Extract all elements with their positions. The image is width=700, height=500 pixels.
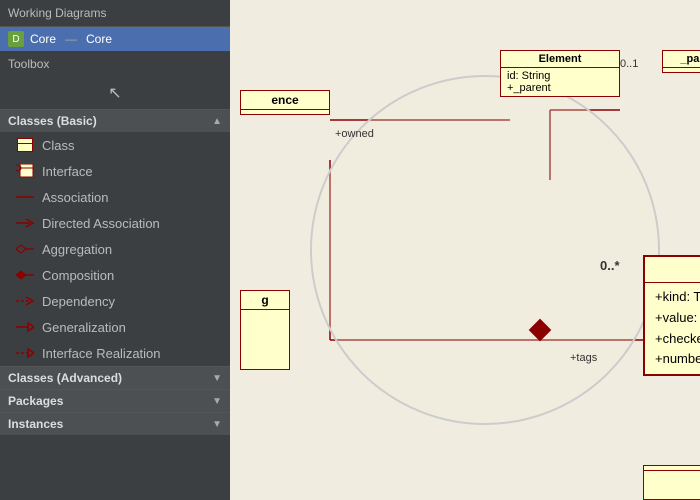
packages-arrow: ▼ [212, 396, 222, 407]
element-box-body: id: String +_parent [501, 68, 619, 96]
directed-association-label: Directed Association [42, 216, 160, 231]
tab-label: Core [86, 32, 112, 46]
classes-basic-items: Class Interface Association [0, 132, 230, 366]
bottom-partial-header [644, 466, 700, 471]
working-diagrams-header: Working Diagrams [0, 0, 230, 27]
classes-basic-label: Classes (Basic) [8, 114, 97, 128]
interface-icon [16, 162, 34, 180]
instances-section-header[interactable]: Instances ▼ [0, 412, 230, 435]
sidebar-item-dependency[interactable]: Dependency [0, 288, 230, 314]
g-partial-header: g [241, 291, 289, 310]
sidebar-item-directed-association[interactable]: Directed Association [0, 210, 230, 236]
aggregation-icon [16, 240, 34, 258]
element-parent-field: +_parent [507, 82, 613, 94]
aggregation-label: Aggregation [42, 242, 112, 257]
tab-name: Core [30, 32, 56, 46]
association-icon [16, 188, 34, 206]
packages-label: Packages [8, 394, 63, 408]
tag-number-field: +number: Integer [655, 349, 700, 370]
tag-checked-field: +checked: Boolean [655, 329, 700, 350]
dependency-label: Dependency [42, 294, 115, 309]
connector-lines [230, 0, 700, 500]
directed-association-icon [16, 214, 34, 232]
tag-class-box[interactable]: Tag +kind: TagKind +value: String +check… [643, 255, 700, 376]
bottom-partial-box[interactable] [643, 465, 700, 500]
sidebar-item-interface[interactable]: Interface [0, 158, 230, 184]
g-partial-body [241, 310, 289, 314]
canvas[interactable]: ence +owned Element id: String +_parent … [230, 0, 700, 500]
tab-separator: — [65, 32, 77, 46]
tag-value-field: +value: String [655, 308, 700, 329]
sidebar-item-aggregation[interactable]: Aggregation [0, 236, 230, 262]
tag-class-body: +kind: TagKind +value: String +checked: … [645, 283, 700, 374]
composition-label: Composition [42, 268, 114, 283]
classes-advanced-section-header[interactable]: Classes (Advanced) ▼ [0, 366, 230, 389]
element-id-field: id: String [507, 70, 613, 82]
sidebar: Working Diagrams D Core — Core Toolbox ↖… [0, 0, 230, 500]
classes-advanced-arrow: ▼ [212, 373, 222, 384]
working-diagrams-label: Working Diagrams [8, 6, 106, 20]
interface-realization-icon [16, 344, 34, 362]
cursor-area: ↖ [0, 77, 230, 109]
tag-class-header: Tag [645, 257, 700, 283]
partial-class-body [241, 110, 329, 114]
partial-class-box[interactable]: ence [240, 90, 330, 115]
toolbox-label: Toolbox [0, 51, 230, 77]
dependency-icon [16, 292, 34, 310]
element-box-header: Element [501, 51, 619, 68]
cursor-icon: ↖ [103, 81, 127, 105]
sidebar-item-class[interactable]: Class [0, 132, 230, 158]
sidebar-item-composition[interactable]: Composition [0, 262, 230, 288]
multiplicity-0n-label: 0..* [600, 258, 620, 273]
generalization-label: Generalization [42, 320, 126, 335]
generalization-icon [16, 318, 34, 336]
partial-class-header: ence [241, 91, 329, 110]
tags-label: +tags [570, 352, 597, 364]
instances-arrow: ▼ [212, 419, 222, 430]
parent-box-header: _par [663, 51, 700, 68]
tag-kind-field: +kind: TagKind [655, 287, 700, 308]
class-icon [16, 136, 34, 154]
packages-section-header[interactable]: Packages ▼ [0, 389, 230, 412]
diagram-tab-icon: D [8, 31, 24, 47]
parent-box[interactable]: _par [662, 50, 700, 73]
classes-advanced-label: Classes (Advanced) [8, 371, 122, 385]
interface-realization-label: Interface Realization [42, 346, 161, 361]
active-diagram-tab[interactable]: D Core — Core [0, 27, 230, 51]
interface-label: Interface [42, 164, 93, 179]
composition-icon [16, 266, 34, 284]
sidebar-item-association[interactable]: Association [0, 184, 230, 210]
class-label: Class [42, 138, 75, 153]
sidebar-item-generalization[interactable]: Generalization [0, 314, 230, 340]
composition-diamond [529, 319, 552, 342]
parent-box-body [663, 68, 700, 72]
classes-basic-arrow: ▲ [212, 116, 222, 127]
sidebar-item-interface-realization[interactable]: Interface Realization [0, 340, 230, 366]
classes-basic-section-header[interactable]: Classes (Basic) ▲ [0, 109, 230, 132]
owned-label: +owned [335, 128, 374, 140]
element-box[interactable]: Element id: String +_parent [500, 50, 620, 97]
instances-label: Instances [8, 417, 63, 431]
multiplicity-01-label: 0..1 [620, 58, 638, 70]
association-label: Association [42, 190, 108, 205]
g-partial-box[interactable]: g [240, 290, 290, 370]
